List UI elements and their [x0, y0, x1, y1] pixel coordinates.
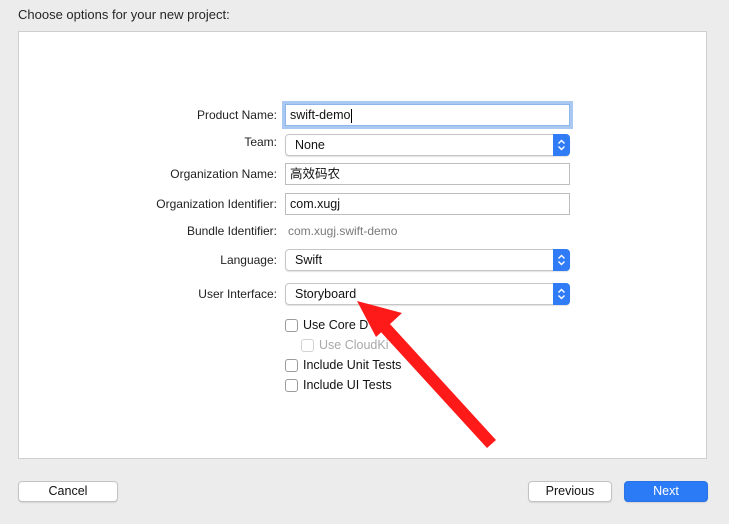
previous-button[interactable]: Previous	[528, 481, 612, 502]
next-button[interactable]: Next	[624, 481, 708, 502]
cancel-button[interactable]: Cancel	[18, 481, 118, 502]
annotation-arrow-icon	[357, 301, 496, 448]
